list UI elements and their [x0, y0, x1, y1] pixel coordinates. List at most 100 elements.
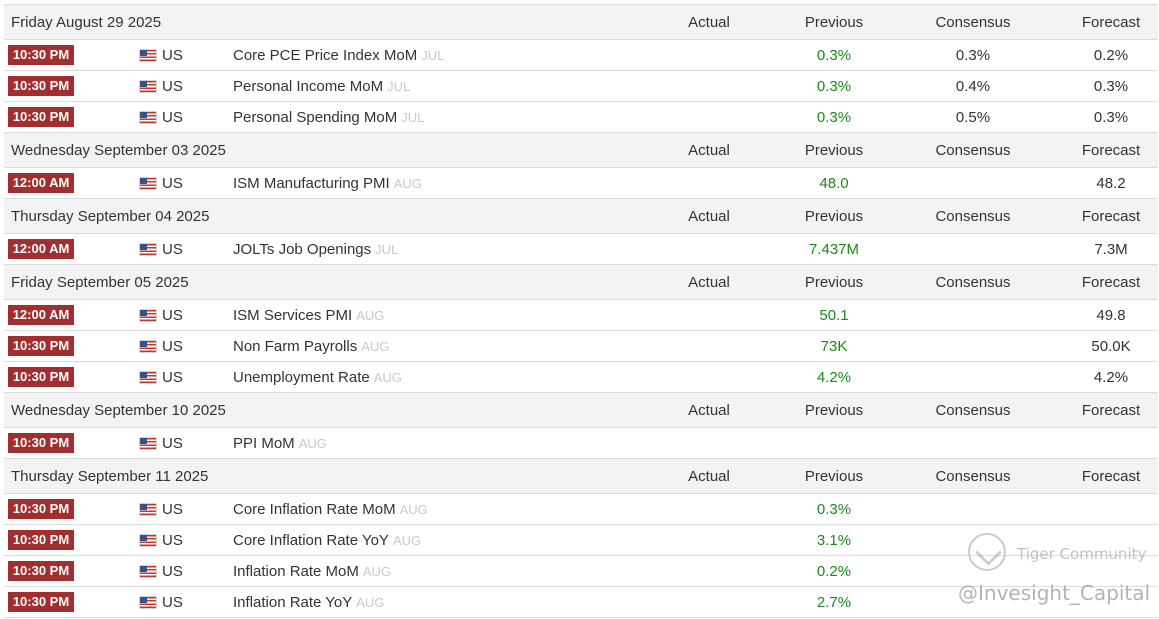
- column-header-forecast: Forecast: [1081, 142, 1141, 159]
- event-country: US: [162, 435, 183, 452]
- column-header-actual: Actual: [688, 274, 730, 291]
- us-flag-icon: [140, 112, 156, 123]
- event-country: US: [162, 78, 183, 95]
- us-flag-icon: [140, 341, 156, 352]
- day-label: Wednesday September 10 2025: [11, 402, 226, 419]
- event-time-badge: 12:00 AM: [8, 305, 74, 325]
- event-name-cell: JOLTs Job Openings JUL: [233, 234, 398, 265]
- event-reference-period: JUL: [375, 242, 399, 257]
- event-forecast: 4.2%: [1093, 369, 1129, 386]
- us-flag-icon: [140, 50, 156, 61]
- event-country: US: [162, 563, 183, 580]
- event-name[interactable]: Core PCE Price Index MoM: [233, 47, 417, 64]
- event-name[interactable]: Personal Income MoM: [233, 78, 383, 95]
- event-row[interactable]: 10:30 PM US Core PCE Price Index MoM JUL 0.3…: [4, 40, 1158, 71]
- event-row[interactable]: 10:30 PM US Unemployment Rate AUG 4.2% 4.2%: [4, 362, 1158, 393]
- watermark-brand: Tiger Community: [1017, 545, 1147, 563]
- event-time-badge: 10:30 PM: [8, 76, 74, 96]
- event-reference-period: AUG: [356, 308, 385, 323]
- event-name[interactable]: ISM Services PMI: [233, 307, 352, 324]
- event-time-badge: 10:30 PM: [8, 530, 74, 550]
- event-country: US: [162, 47, 183, 64]
- column-header-consensus: Consensus: [935, 274, 1011, 291]
- event-time-badge: 10:30 PM: [8, 433, 74, 453]
- event-row[interactable]: 12:00 AM US JOLTs Job Openings JUL 7.437M 7.3…: [4, 234, 1158, 265]
- day-header-row: Thursday September 04 2025 Actual Previous…: [4, 199, 1158, 234]
- event-previous: 2.7%: [816, 594, 852, 611]
- us-flag-icon: [140, 504, 156, 515]
- us-flag-icon: [140, 566, 156, 577]
- event-time-badge: 10:30 PM: [8, 107, 74, 127]
- event-previous: 3.1%: [816, 532, 852, 549]
- event-row[interactable]: 10:30 PM US Core Inflation Rate MoM AUG 0.3%: [4, 494, 1158, 525]
- day-header-row: Wednesday September 03 2025 Actual Previou…: [4, 133, 1158, 168]
- event-country: US: [162, 175, 183, 192]
- event-row[interactable]: 10:30 PM US PPI MoM AUG: [4, 428, 1158, 459]
- event-name[interactable]: Personal Spending MoM: [233, 109, 397, 126]
- event-name[interactable]: Unemployment Rate: [233, 369, 370, 386]
- event-row[interactable]: 10:30 PM US Non Farm Payrolls AUG 73K 50.0K: [4, 331, 1158, 362]
- event-name[interactable]: Core Inflation Rate MoM: [233, 501, 396, 518]
- event-country: US: [162, 532, 183, 549]
- day-label: Friday August 29 2025: [11, 14, 162, 31]
- us-flag-icon: [140, 438, 156, 449]
- event-name-cell: Personal Income MoM JUL: [233, 71, 410, 102]
- event-time-badge: 12:00 AM: [8, 173, 74, 193]
- event-previous: 0.3%: [816, 78, 852, 95]
- event-reference-period: AUG: [356, 595, 385, 610]
- day-header-row: Thursday September 11 2025 Actual Previous…: [4, 459, 1158, 494]
- column-header-forecast: Forecast: [1081, 208, 1141, 225]
- watermark-handle: @Invesight_Capital: [958, 581, 1151, 605]
- event-forecast: 49.8: [1096, 307, 1126, 324]
- event-reference-period: AUG: [393, 176, 422, 191]
- column-header-forecast: Forecast: [1081, 14, 1141, 31]
- event-reference-period: AUG: [361, 339, 390, 354]
- us-flag-icon: [140, 372, 156, 383]
- event-row[interactable]: 12:00 AM US ISM Manufacturing PMI AUG 48.0 48…: [4, 168, 1158, 199]
- event-previous: 0.3%: [816, 47, 852, 64]
- event-name[interactable]: Core Inflation Rate YoY: [233, 532, 389, 549]
- event-row[interactable]: 12:00 AM US ISM Services PMI AUG 50.1 49.8: [4, 300, 1158, 331]
- event-name-cell: Core PCE Price Index MoM JUL: [233, 40, 444, 71]
- event-forecast: 0.2%: [1093, 47, 1129, 64]
- event-name-cell: ISM Services PMI AUG: [233, 300, 384, 331]
- event-time-badge: 10:30 PM: [8, 367, 74, 387]
- event-country: US: [162, 369, 183, 386]
- event-name[interactable]: Inflation Rate YoY: [233, 594, 352, 611]
- column-header-previous: Previous: [804, 274, 864, 291]
- event-country: US: [162, 109, 183, 126]
- event-time-badge: 12:00 AM: [8, 239, 74, 259]
- day-label: Wednesday September 03 2025: [11, 142, 226, 159]
- event-name[interactable]: Non Farm Payrolls: [233, 338, 357, 355]
- event-name[interactable]: Inflation Rate MoM: [233, 563, 359, 580]
- event-row[interactable]: 10:30 PM US Personal Spending MoM JUL 0.3% 0.…: [4, 102, 1158, 133]
- event-forecast: 7.3M: [1094, 241, 1128, 258]
- day-label: Thursday September 04 2025: [11, 208, 210, 225]
- event-previous: 0.2%: [816, 563, 852, 580]
- event-name-cell: Inflation Rate MoM AUG: [233, 556, 391, 587]
- event-name[interactable]: ISM Manufacturing PMI: [233, 175, 390, 192]
- event-country: US: [162, 241, 183, 258]
- economic-calendar-table: Friday August 29 2025 Actual Previous Conse…: [4, 4, 1158, 618]
- event-consensus: 0.5%: [955, 109, 991, 126]
- tiger-logo-icon: [968, 533, 1006, 571]
- us-flag-icon: [140, 81, 156, 92]
- event-previous: 73K: [820, 338, 848, 355]
- event-name-cell: Unemployment Rate AUG: [233, 362, 402, 393]
- event-name-cell: Core Inflation Rate YoY AUG: [233, 525, 421, 556]
- event-consensus: 0.3%: [955, 47, 991, 64]
- event-time-badge: 10:30 PM: [8, 336, 74, 356]
- day-header-row: Friday September 05 2025 Actual Previous Co…: [4, 265, 1158, 300]
- event-previous: 48.0: [819, 175, 849, 192]
- day-label: Friday September 05 2025: [11, 274, 189, 291]
- event-name-cell: Core Inflation Rate MoM AUG: [233, 494, 428, 525]
- column-header-actual: Actual: [688, 142, 730, 159]
- column-header-previous: Previous: [804, 142, 864, 159]
- event-reference-period: AUG: [399, 502, 428, 517]
- us-flag-icon: [140, 597, 156, 608]
- event-name[interactable]: JOLTs Job Openings: [233, 241, 371, 258]
- event-previous: 7.437M: [808, 241, 860, 258]
- event-name[interactable]: PPI MoM: [233, 435, 295, 452]
- event-row[interactable]: 10:30 PM US Personal Income MoM JUL 0.3% 0.4%…: [4, 71, 1158, 102]
- column-header-previous: Previous: [804, 468, 864, 485]
